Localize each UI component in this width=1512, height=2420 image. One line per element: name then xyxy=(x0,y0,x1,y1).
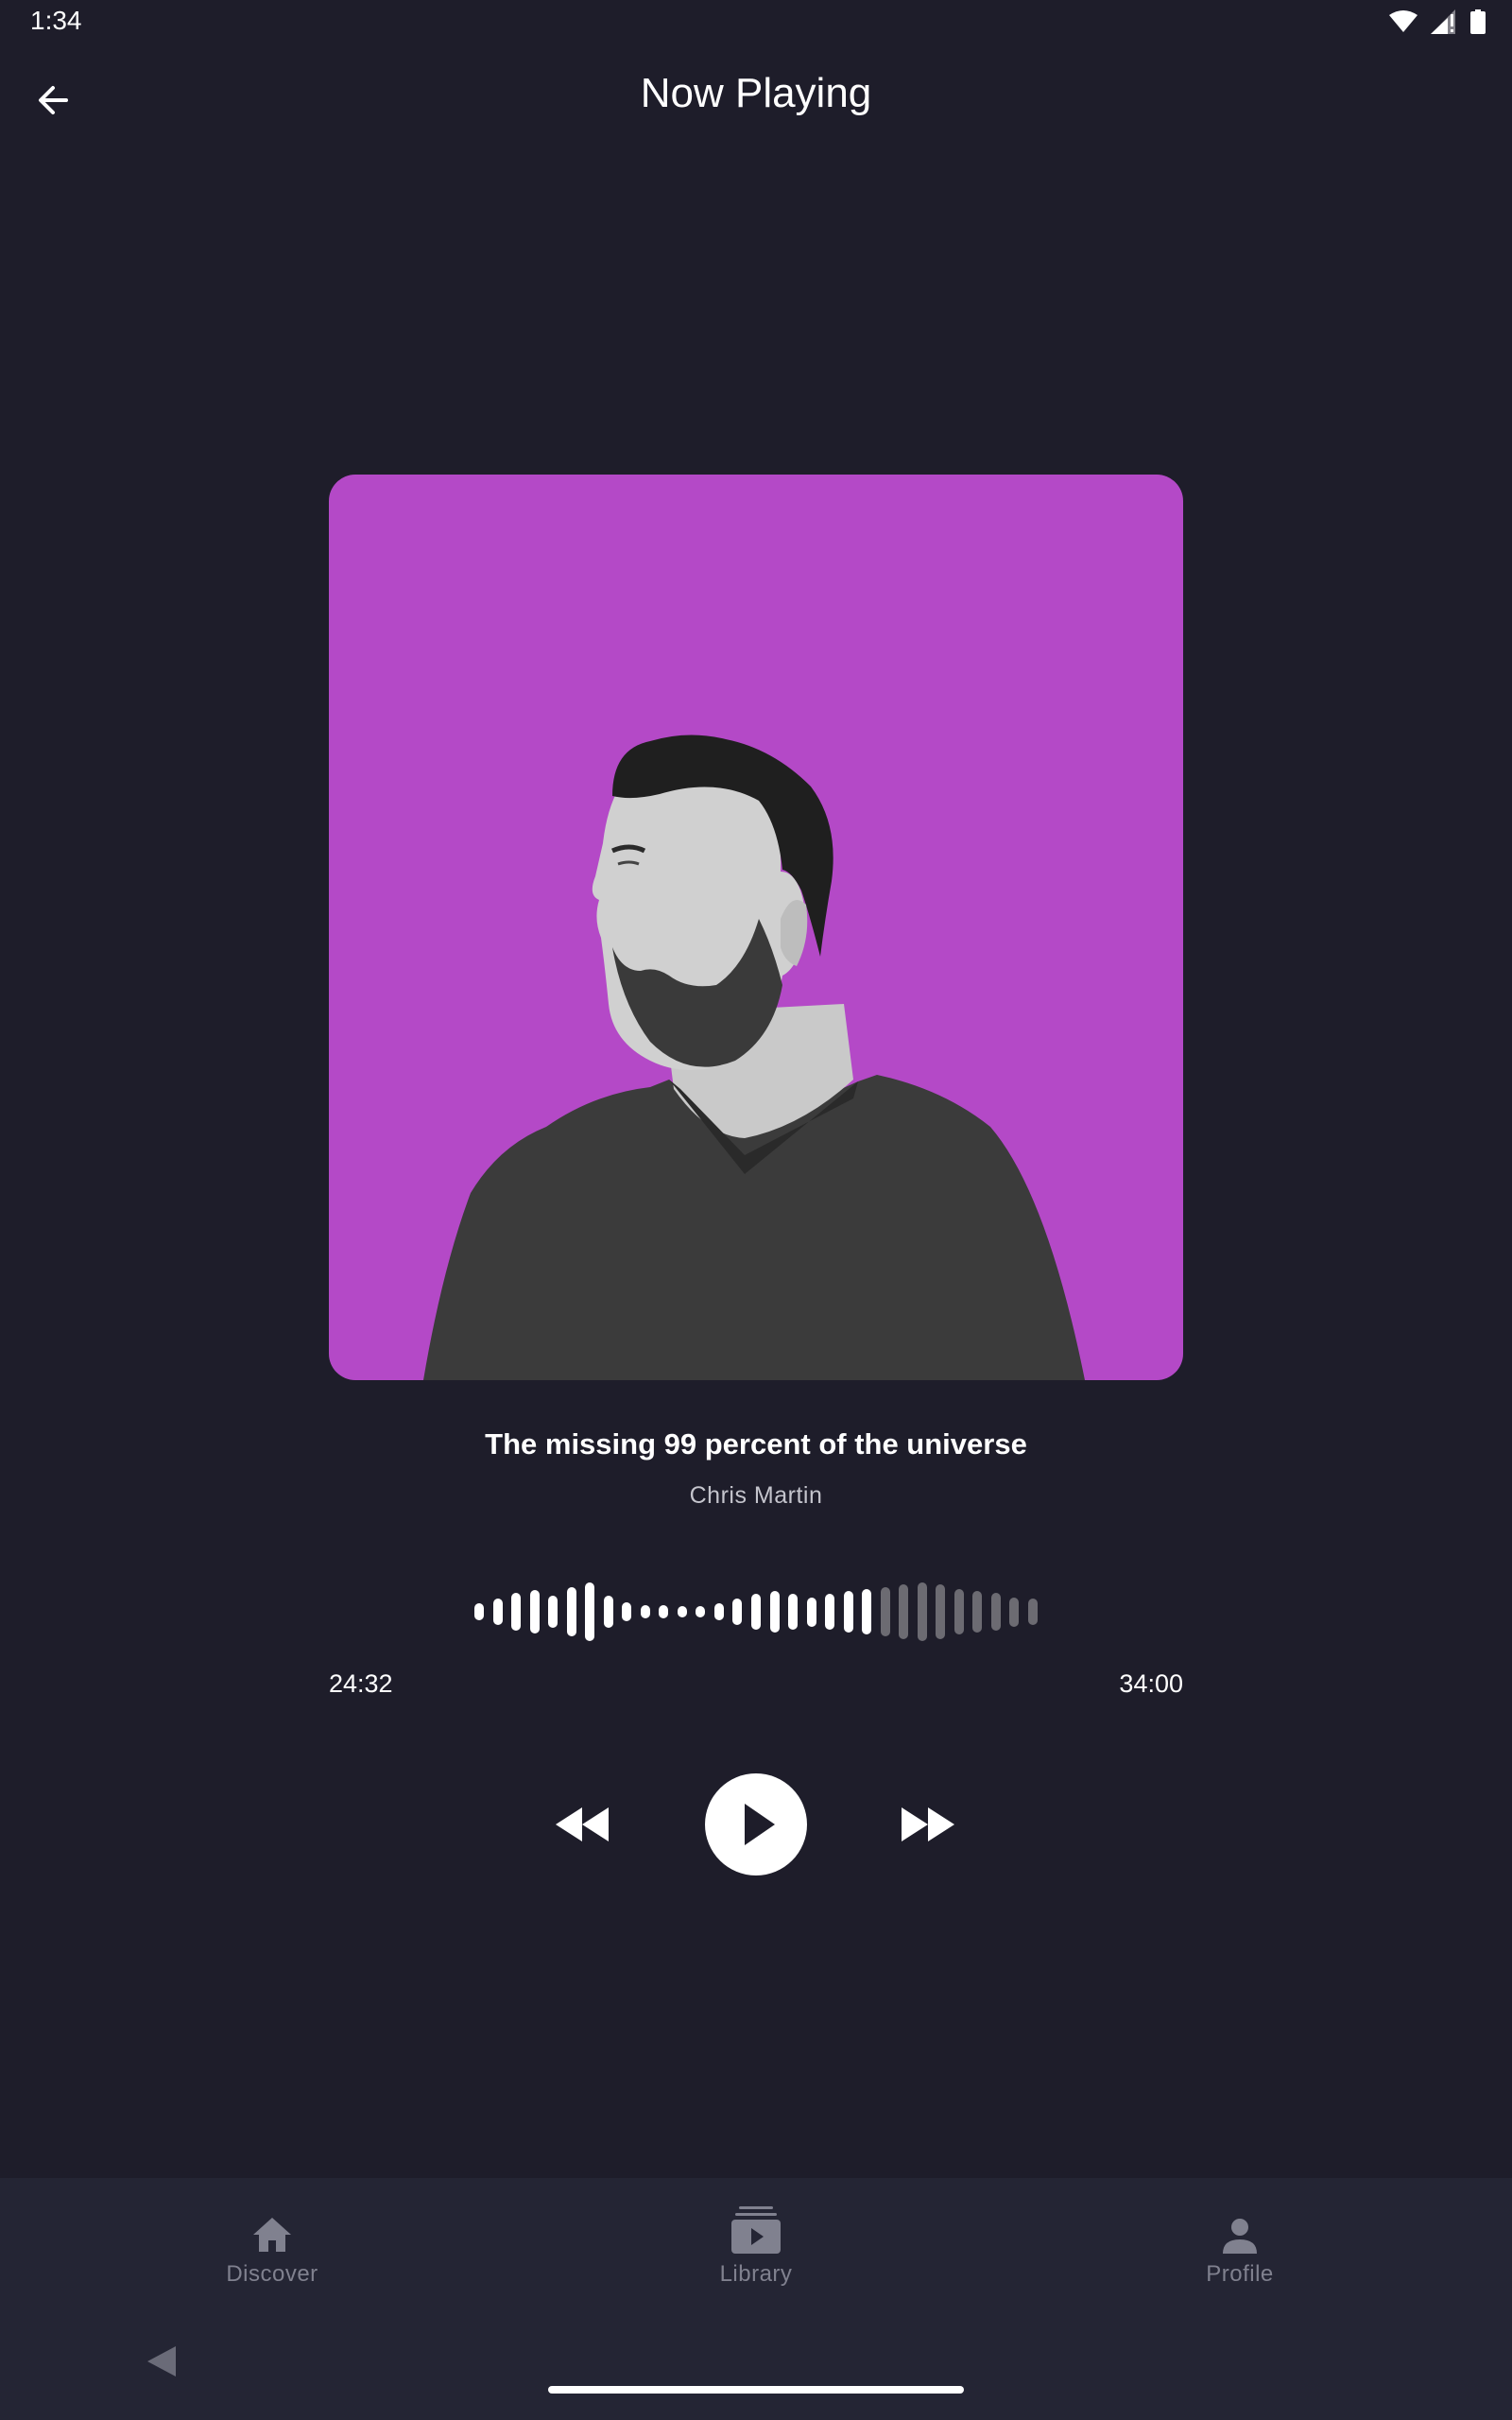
wifi-icon xyxy=(1389,10,1418,32)
waveform-bar xyxy=(880,1586,890,1637)
rewind-icon xyxy=(556,1807,609,1841)
play-button[interactable] xyxy=(705,1773,807,1876)
waveform-bar xyxy=(788,1593,799,1631)
system-back-button[interactable] xyxy=(142,2341,183,2382)
library-icon xyxy=(731,2206,781,2254)
status-time: 1:34 xyxy=(30,6,82,35)
waveform-bar xyxy=(936,1584,946,1639)
playback-controls xyxy=(0,1773,1512,1876)
waveform-bar xyxy=(917,1582,927,1641)
fast-forward-icon xyxy=(902,1807,954,1841)
nav-label-profile: Profile xyxy=(1206,2261,1274,2287)
waveform-bar xyxy=(659,1605,669,1618)
waveform-bar xyxy=(732,1599,743,1625)
nav-item-discover[interactable]: Discover xyxy=(159,2206,386,2310)
status-icons xyxy=(1389,9,1486,34)
waveform-bar xyxy=(677,1605,687,1618)
battery-icon xyxy=(1470,9,1486,34)
waveform-bar xyxy=(585,1582,595,1641)
track-artist: Chris Martin xyxy=(689,1482,823,1509)
waveform-bar xyxy=(529,1589,540,1634)
nav-label-library: Library xyxy=(719,2261,793,2287)
artwork-portrait xyxy=(329,475,1183,1380)
nav-label-discover: Discover xyxy=(226,2261,318,2287)
rewind-button[interactable] xyxy=(550,1794,614,1855)
waveform-bar xyxy=(1028,1599,1038,1625)
home-gesture-handle[interactable] xyxy=(548,2386,964,2394)
waveform-bar xyxy=(825,1594,835,1630)
waveform-bar xyxy=(511,1592,522,1632)
app-bar: Now Playing xyxy=(0,57,1512,140)
total-time: 34:00 xyxy=(1119,1669,1183,1698)
waveform-bar xyxy=(899,1584,909,1639)
waveform-bar xyxy=(566,1586,576,1637)
signal-icon xyxy=(1431,9,1455,34)
person-icon xyxy=(1223,2219,1257,2254)
waveform-bar xyxy=(1009,1597,1020,1627)
nav-item-library[interactable]: Library xyxy=(643,2206,869,2310)
waveform-seek-bar[interactable] xyxy=(474,1582,1038,1641)
waveform-bar xyxy=(603,1595,613,1629)
page-title: Now Playing xyxy=(640,70,872,116)
bottom-navigation: Discover Library Profile xyxy=(0,2178,1512,2420)
album-artwork xyxy=(329,475,1183,1380)
waveform-bar xyxy=(622,1602,632,1621)
waveform-bar xyxy=(990,1592,1001,1632)
triangle-back-icon xyxy=(147,2346,176,2377)
waveform-bar xyxy=(843,1591,853,1633)
waveform-bar xyxy=(492,1599,503,1625)
waveform-bar xyxy=(751,1593,761,1631)
waveform-bar xyxy=(972,1590,983,1634)
nav-item-profile[interactable]: Profile xyxy=(1126,2206,1353,2310)
waveform-bar xyxy=(474,1602,484,1621)
waveform-bar xyxy=(769,1591,780,1633)
waveform-bar xyxy=(862,1588,872,1635)
waveform-bar xyxy=(806,1597,816,1627)
waveform-bar xyxy=(548,1595,558,1629)
track-title: The missing 99 percent of the universe xyxy=(485,1427,1027,1461)
waveform-bar xyxy=(696,1605,706,1618)
home-icon xyxy=(253,2218,291,2252)
status-bar: 1:34 xyxy=(0,0,1512,45)
elapsed-time: 24:32 xyxy=(329,1669,393,1698)
waveform-bar xyxy=(640,1605,650,1618)
waveform-bar xyxy=(713,1602,724,1621)
forward-button[interactable] xyxy=(896,1794,960,1855)
play-icon xyxy=(745,1804,775,1845)
waveform-bar xyxy=(954,1588,964,1635)
